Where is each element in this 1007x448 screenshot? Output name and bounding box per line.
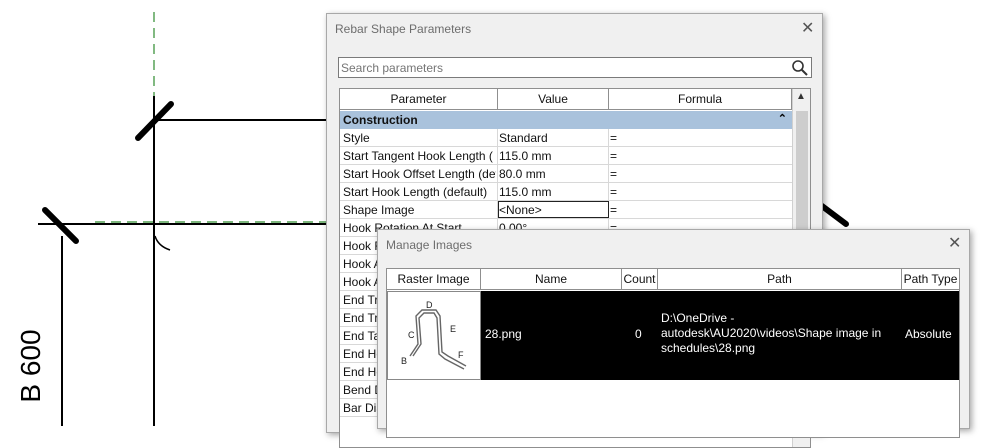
fillet-curve [154, 235, 171, 251]
raster-image-thumbnail: D C E B F [387, 291, 481, 380]
table-row[interactable]: Start Hook Offset Length (def 80.0 mm = [340, 165, 792, 183]
table-row[interactable]: Start Hook Length (default) 115.0 mm = [340, 183, 792, 201]
column-header-raster-image[interactable]: Raster Image [387, 269, 481, 290]
value-cell[interactable]: 115.0 mm [499, 149, 607, 163]
column-header-value[interactable]: Value [498, 89, 609, 110]
image-path-type: Absolute [905, 327, 952, 341]
rebar-shape-thumbnail: D C E B F [401, 300, 467, 370]
collapse-icon[interactable]: ⌃ [778, 112, 787, 125]
thumb-label: D [426, 300, 433, 310]
column-header-formula[interactable]: Formula [609, 89, 792, 110]
break-tick-mark [819, 203, 849, 227]
thumb-label: C [408, 330, 415, 340]
parameter-cell[interactable]: Start Hook Length (default) [343, 185, 496, 199]
formula-cell[interactable]: = [610, 203, 790, 217]
formula-cell[interactable]: = [610, 149, 790, 163]
column-header-parameter[interactable]: Parameter [340, 89, 498, 110]
search-icon[interactable] [791, 59, 809, 77]
scroll-up-icon[interactable]: ▲ [796, 91, 806, 102]
formula-cell[interactable]: = [610, 185, 790, 199]
value-cell[interactable]: 80.0 mm [499, 167, 607, 181]
dialog-title: Rebar Shape Parameters [335, 22, 472, 36]
close-icon[interactable]: ✕ [948, 236, 961, 252]
search-box[interactable] [338, 57, 812, 78]
image-path: D:\OneDrive - autodesk\AU2020\videos\Sha… [661, 311, 881, 356]
column-header-name[interactable]: Name [481, 269, 622, 290]
path-line: D:\OneDrive - [661, 311, 735, 325]
images-table: Raster Image Name Count Path Path Type D… [386, 268, 960, 438]
parameter-cell[interactable]: Start Tangent Hook Length ( [343, 149, 496, 163]
dialog-title: Manage Images [386, 238, 473, 252]
parameter-cell[interactable]: Style [343, 131, 496, 145]
table-header: Parameter Value Formula [340, 89, 792, 110]
break-tick-mark [42, 207, 79, 244]
column-header-count[interactable]: Count [622, 269, 658, 290]
manage-images-dialog: Manage Images ✕ Raster Image Name Count … [377, 229, 970, 438]
table-header: Raster Image Name Count Path Path Type [387, 269, 959, 290]
column-header-path[interactable]: Path [658, 269, 902, 290]
image-row-selected[interactable]: D C E B F 28.png 0 D:\OneDrive - autodes… [387, 291, 959, 380]
close-icon[interactable]: ✕ [801, 21, 814, 37]
group-header-construction[interactable]: Construction ⌃ [340, 111, 792, 129]
column-header-path-type[interactable]: Path Type [902, 269, 959, 290]
formula-cell[interactable]: = [610, 167, 790, 181]
thumb-label: E [450, 324, 456, 334]
value-cell[interactable]: Standard [499, 131, 607, 145]
search-input[interactable] [341, 59, 787, 76]
value-cell[interactable]: 115.0 mm [499, 185, 607, 199]
thumb-label: B [401, 356, 407, 366]
dimension-label: B 600 [15, 329, 46, 403]
thumb-label: F [458, 350, 464, 360]
value-cell[interactable]: <None> [499, 203, 607, 217]
image-count: 0 [635, 327, 642, 341]
formula-cell[interactable]: = [610, 131, 790, 145]
table-row[interactable]: Shape Image <None> = [340, 201, 792, 219]
table-row[interactable]: Start Tangent Hook Length (115.0 mm = [340, 147, 792, 165]
group-label: Construction [343, 113, 418, 127]
parameter-cell[interactable]: Shape Image [343, 203, 496, 217]
parameter-cell[interactable]: Start Hook Offset Length (def [343, 167, 496, 181]
path-line: autodesk\AU2020\videos\Shape image in [661, 326, 882, 340]
image-name: 28.png [485, 327, 522, 341]
path-line: schedules\28.png [661, 341, 756, 355]
table-row[interactable]: Style Standard = [340, 129, 792, 147]
